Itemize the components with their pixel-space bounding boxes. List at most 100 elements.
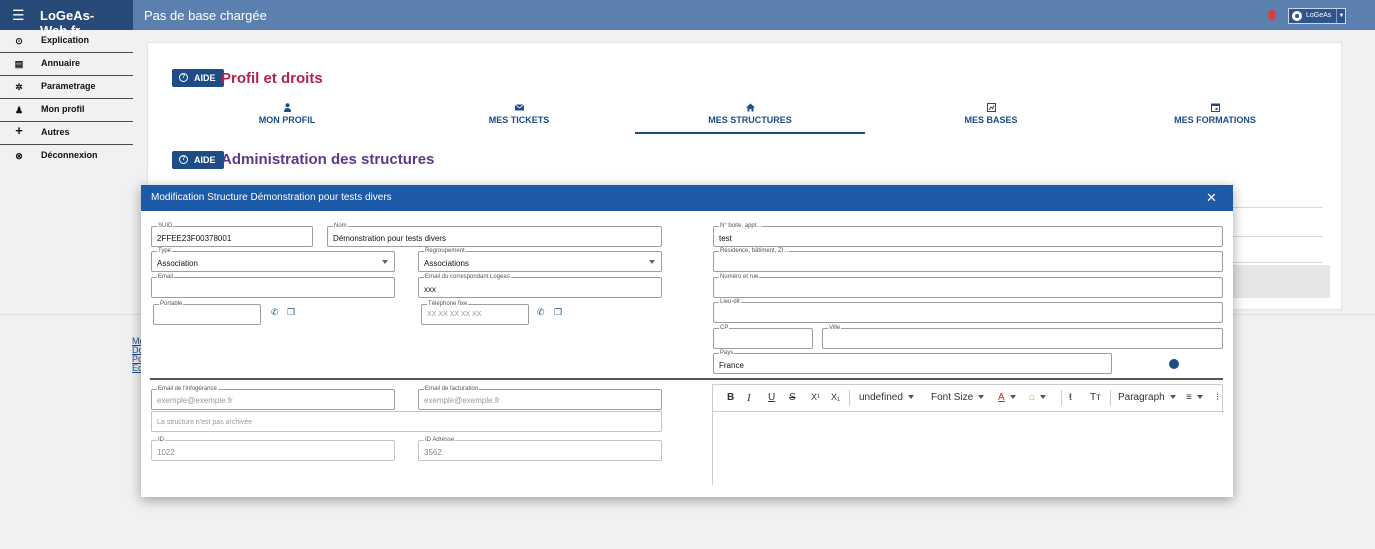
tab-label: MES STRUCTURES [708,115,792,125]
sidebar-item-autres[interactable]: + Autres [0,122,133,145]
suid-field[interactable]: SUID 2FFEE23F00378001 [151,222,313,247]
phone-icon[interactable]: ✆ [537,307,545,318]
edit-structure-modal: Modification Structure Démonstration pou… [141,185,1233,497]
field-value: La structure n'est pas archivée [157,419,253,426]
plus-icon: + [15,123,23,138]
field-value: test [719,234,732,243]
sidebar-item-annuaire[interactable]: ▤ Annuaire [0,53,133,76]
email-correspondant-field[interactable]: Email du correspondant Logeas xxx [418,273,662,298]
bold-button[interactable]: B [727,392,734,403]
lieu-dit-field[interactable]: Lieu-dit [713,298,1223,323]
sidebar-item-deconnexion[interactable]: ⊗ Déconnexion [0,145,133,168]
tab-mon-profil[interactable]: MON PROFIL [172,103,402,125]
copy-icon[interactable]: ❐ [287,307,295,318]
tab-mes-tickets[interactable]: MES TICKETS [404,103,634,125]
boite-field[interactable]: N° boite, appt... test [713,222,1223,247]
strikethrough-button[interactable]: S [789,392,796,403]
more-icon[interactable]: ⁝ [1216,392,1219,403]
highlight-icon[interactable]: ⌂ [1029,392,1047,403]
field-label: N° boite, appt... [719,222,763,230]
caret-down-icon [1169,395,1176,400]
nom-field[interactable]: Nom Démonstration pour tests divers [327,222,662,247]
caret-down-icon [978,395,985,400]
sidebar-item-mon-profil[interactable]: ♟ Mon profil [0,99,133,122]
chevron-down-icon[interactable]: ▼ [1336,9,1346,23]
section-title-structures: Administration des structures [221,151,435,168]
bell-icon[interactable] [1265,8,1279,22]
sidebar-item-label: Autres [41,127,70,137]
calendar-icon [1210,103,1220,112]
logout-icon: ⊗ [15,151,23,161]
editor-toolbar: B I U S X¹ X₁ undefined Font Size A ⌂ ŧ … [713,385,1224,412]
cp-field[interactable]: CP [713,324,813,349]
chevron-down-icon [382,260,388,264]
tab-mes-formations[interactable]: MES FORMATIONS [1100,103,1330,125]
text-case-icon[interactable]: ŧ [1069,392,1072,403]
regroupement-select[interactable]: Regroupement Associations [418,247,662,272]
field-label: CP [719,324,730,332]
italic-button[interactable]: I [747,392,751,404]
divider [1233,262,1323,263]
caret-down-icon [907,395,914,400]
sidebar-item-label: Déconnexion [41,150,98,160]
sidebar-item-label: Explication [41,35,90,45]
phone-icon[interactable]: ✆ [271,307,279,318]
sidebar-item-label: Mon profil [41,104,85,114]
field-label: Type [157,247,173,255]
menu-icon[interactable]: ☰ [12,8,25,22]
residence-field[interactable]: Résidence, bâtiment, ZI... [713,247,1223,272]
telephone-fixe-field[interactable]: Téléphone fixe XX XX XX XX XX [421,300,529,325]
field-label: ID Adresse [424,436,456,444]
aide-button-profil[interactable]: ? AIDE [172,69,224,87]
ville-field[interactable]: Ville [822,324,1223,349]
copy-icon[interactable]: ❐ [554,307,562,318]
aide-button-structures[interactable]: ? AIDE [172,151,224,169]
help-circle-icon: ? [179,73,188,82]
underline-button[interactable]: U [768,392,775,403]
field-label: Email de l'infogérance [157,385,218,393]
type-select[interactable]: Type Association [151,247,395,272]
field-value: Associations [424,259,469,268]
field-label: Portable [159,300,184,308]
subscript-button[interactable]: X₁ [831,392,840,402]
caret-down-icon [1196,395,1203,400]
divider [1233,207,1323,208]
font-size-select[interactable]: Font Size [931,392,985,403]
paragraph-select[interactable]: Paragraph [1118,392,1176,403]
email-field[interactable]: Email [151,273,395,298]
numero-rue-field[interactable]: Numéro et rue [713,273,1223,298]
field-label: Email de facturation [424,385,480,393]
editor-content[interactable] [713,413,1224,486]
person-icon [283,103,291,112]
top-bar: ☰ LoGeAs-Web.fr Pas de base chargée LoGe… [0,0,1375,38]
tab-mes-bases[interactable]: MES BASES [876,103,1106,125]
field-label: Regroupement [424,247,466,255]
align-icon[interactable]: ≡ [1186,392,1203,403]
field-value: 2FFEE23F00378001 [157,234,232,243]
field-label: Email du correspondant Logeas [424,273,511,281]
close-icon[interactable]: ✕ [1206,190,1217,206]
aide-label: AIDE [194,155,216,165]
font-color-button[interactable]: A [998,392,1016,403]
user-circle-icon [1292,11,1302,21]
field-value: Démonstration pour tests divers [333,234,446,243]
sidebar-item-explication[interactable]: ⊙ Explication [0,30,133,53]
tab-mes-structures[interactable]: MES STRUCTURES [635,103,865,134]
text-size-icon[interactable]: Tт [1090,392,1101,403]
user-menu-button[interactable]: LoGeAs ▼ [1288,8,1346,24]
sidebar-item-parametrage[interactable]: ✲ Parametrage [0,76,133,99]
rich-text-editor: B I U S X¹ X₁ undefined Font Size A ⌂ ŧ … [712,384,1224,486]
pays-field[interactable]: Pays France [713,349,1112,374]
modal-title: Modification Structure Démonstration pou… [151,192,392,203]
brand-block: ☰ LoGeAs-Web.fr [0,0,133,38]
toolbar-separator [1061,390,1062,406]
portable-field[interactable]: Portable [153,300,261,325]
email-facturation-field[interactable]: Email de facturation exemple@exemple.fr [418,385,662,410]
globe-icon[interactable] [1169,359,1179,369]
help-circle-icon: ⊙ [15,36,23,46]
field-label: Lieu-dit [719,298,741,306]
email-infogerance-field[interactable]: Email de l'infogérance exemple@exemple.f… [151,385,395,410]
sidebar-item-label: Parametrage [41,81,96,91]
font-family-select[interactable]: undefined [859,392,914,403]
superscript-button[interactable]: X¹ [811,392,820,402]
